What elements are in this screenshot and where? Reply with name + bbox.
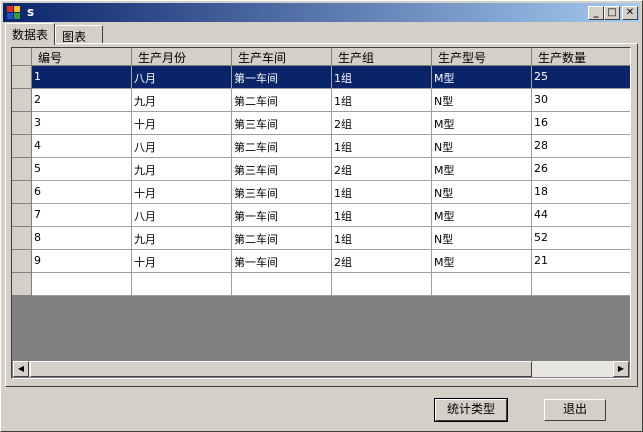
- table-cell[interactable]: 44: [532, 204, 630, 227]
- table-cell[interactable]: 5: [32, 158, 132, 181]
- table-cell[interactable]: 1组: [332, 135, 432, 158]
- table-cell[interactable]: 30: [532, 89, 630, 112]
- table-cell[interactable]: 1: [32, 66, 132, 89]
- minimize-button[interactable]: _: [588, 6, 604, 20]
- table-cell[interactable]: N型: [432, 135, 532, 158]
- table-cell[interactable]: 八月: [132, 204, 232, 227]
- table-cell[interactable]: 第一车间: [232, 66, 332, 89]
- title-bar[interactable]: s _ □ ✕: [3, 3, 640, 22]
- close-button[interactable]: ✕: [622, 6, 638, 20]
- table-cell[interactable]: 9: [32, 250, 132, 273]
- table-cell[interactable]: 第二车间: [232, 135, 332, 158]
- table-cell[interactable]: 八月: [132, 135, 232, 158]
- table-cell[interactable]: N型: [432, 181, 532, 204]
- row-header[interactable]: [12, 250, 32, 273]
- stats-type-button[interactable]: 统计类型: [434, 398, 508, 422]
- table-cell[interactable]: N型: [432, 89, 532, 112]
- table-cell[interactable]: N型: [432, 227, 532, 250]
- column-header[interactable]: 生产月份: [132, 48, 232, 66]
- table-cell[interactable]: [132, 273, 232, 296]
- tab-data-table[interactable]: 数据表: [5, 23, 55, 45]
- column-header[interactable]: 生产数量: [532, 48, 630, 66]
- data-grid[interactable]: 编号 生产月份 生产车间 生产组 生产型号 生产数量 1 八月 第一车间 1组 M型 25 2 九月 第二车…: [11, 47, 631, 379]
- row-header[interactable]: [12, 158, 32, 181]
- maximize-button[interactable]: □: [604, 6, 620, 20]
- table-cell[interactable]: [232, 273, 332, 296]
- column-header[interactable]: 生产组: [332, 48, 432, 66]
- table-cell[interactable]: [532, 273, 630, 296]
- table-cell[interactable]: 1组: [332, 181, 432, 204]
- table-cell[interactable]: [32, 273, 132, 296]
- table-cell[interactable]: 十月: [132, 112, 232, 135]
- table-cell[interactable]: 八月: [132, 66, 232, 89]
- table-cell[interactable]: 18: [532, 181, 630, 204]
- table-cell[interactable]: 52: [532, 227, 630, 250]
- table-cell[interactable]: M型: [432, 158, 532, 181]
- tab-chart[interactable]: 图表: [55, 25, 103, 44]
- table-cell[interactable]: 第三车间: [232, 181, 332, 204]
- table-cell[interactable]: [332, 273, 432, 296]
- table-cell[interactable]: 第一车间: [232, 250, 332, 273]
- row-header[interactable]: [12, 227, 32, 250]
- table-cell[interactable]: M型: [432, 250, 532, 273]
- row-header[interactable]: [12, 66, 32, 89]
- table-cell[interactable]: [432, 273, 532, 296]
- horizontal-scrollbar[interactable]: ◀ ▶: [13, 361, 629, 377]
- table-cell[interactable]: 2组: [332, 158, 432, 181]
- table-cell[interactable]: 十月: [132, 250, 232, 273]
- column-header[interactable]: 生产型号: [432, 48, 532, 66]
- row-header[interactable]: [12, 204, 32, 227]
- row-header[interactable]: [12, 112, 32, 135]
- table-cell[interactable]: 1组: [332, 227, 432, 250]
- table-cell[interactable]: 1组: [332, 66, 432, 89]
- table-cell[interactable]: 2组: [332, 250, 432, 273]
- grid-corner-header: [12, 48, 32, 66]
- table-cell[interactable]: 第一车间: [232, 204, 332, 227]
- table-cell[interactable]: M型: [432, 66, 532, 89]
- app-icon: [7, 6, 21, 19]
- table-cell[interactable]: 2组: [332, 112, 432, 135]
- table-cell[interactable]: 十月: [132, 181, 232, 204]
- table-cell[interactable]: 8: [32, 227, 132, 250]
- column-header[interactable]: 生产车间: [232, 48, 332, 66]
- table-cell[interactable]: 3: [32, 112, 132, 135]
- table-cell[interactable]: 第三车间: [232, 112, 332, 135]
- exit-button[interactable]: 退出: [544, 399, 606, 421]
- scroll-thumb[interactable]: [30, 361, 532, 377]
- table-cell[interactable]: 16: [532, 112, 630, 135]
- table-cell[interactable]: M型: [432, 204, 532, 227]
- table-cell[interactable]: 25: [532, 66, 630, 89]
- table-cell[interactable]: 7: [32, 204, 132, 227]
- app-window: s _ □ ✕ 数据表 图表 编号 生产月份 生产车间 生产组 生产型号 生产数量 1 八月第…: [0, 0, 643, 432]
- table-cell[interactable]: 2: [32, 89, 132, 112]
- table-cell[interactable]: 6: [32, 181, 132, 204]
- window-title: s: [27, 5, 35, 19]
- table-cell[interactable]: 九月: [132, 158, 232, 181]
- table-cell[interactable]: 21: [532, 250, 630, 273]
- row-header[interactable]: [12, 181, 32, 204]
- row-header[interactable]: [12, 135, 32, 158]
- table-cell[interactable]: 1组: [332, 204, 432, 227]
- scroll-left-icon[interactable]: ◀: [13, 361, 29, 377]
- row-header[interactable]: [12, 273, 32, 296]
- table-cell[interactable]: 第三车间: [232, 158, 332, 181]
- table-cell[interactable]: 第二车间: [232, 227, 332, 250]
- table-cell[interactable]: 第二车间: [232, 89, 332, 112]
- table-cell[interactable]: 1组: [332, 89, 432, 112]
- table-cell[interactable]: 九月: [132, 227, 232, 250]
- table-cell[interactable]: 26: [532, 158, 630, 181]
- table-cell[interactable]: 九月: [132, 89, 232, 112]
- scroll-right-icon[interactable]: ▶: [613, 361, 629, 377]
- row-header[interactable]: [12, 89, 32, 112]
- column-header[interactable]: 编号: [32, 48, 132, 66]
- table-cell[interactable]: 4: [32, 135, 132, 158]
- table-cell[interactable]: 28: [532, 135, 630, 158]
- table-cell[interactable]: M型: [432, 112, 532, 135]
